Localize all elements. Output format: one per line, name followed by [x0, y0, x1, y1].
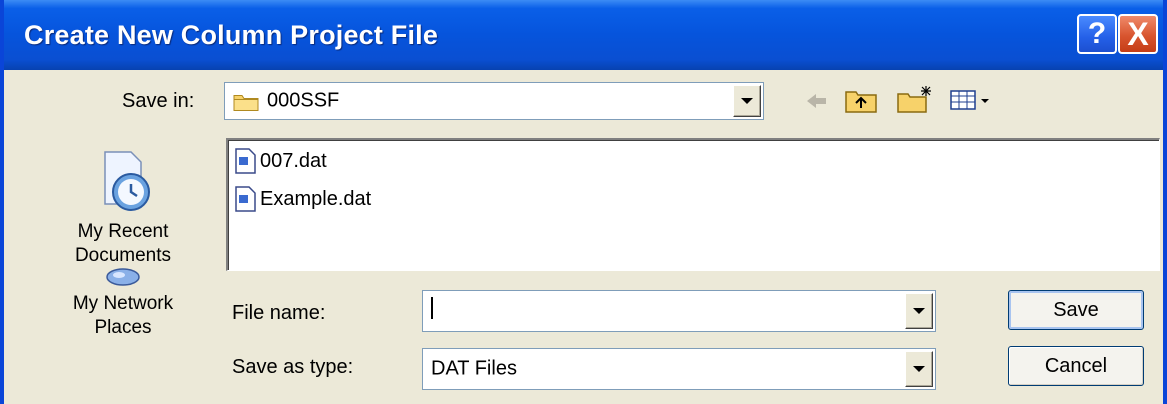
recent-documents-icon — [104, 151, 150, 211]
up-folder-icon[interactable] — [844, 86, 878, 114]
cancel-button[interactable]: Cancel — [1008, 346, 1144, 386]
file-name: 007.dat — [260, 149, 327, 172]
places-recent-label: My Recent Documents — [74, 221, 172, 266]
window-title: Create New Column Project File — [24, 20, 439, 50]
save-as-type-dropdown-button[interactable] — [905, 351, 933, 387]
view-menu-icon[interactable] — [949, 88, 993, 112]
chevron-down-icon — [741, 98, 753, 104]
network-places-icon — [106, 268, 140, 286]
new-folder-icon[interactable] — [896, 84, 934, 114]
save-in-dropdown-button[interactable] — [733, 85, 761, 117]
places-network[interactable]: My Network Places — [48, 268, 198, 340]
places-recent-documents[interactable]: My Recent Documents — [48, 148, 198, 268]
file-icon — [235, 186, 256, 212]
save-in-value: 000SSF — [267, 89, 340, 112]
save-as-type-value: DAT Files — [431, 357, 517, 380]
save-dialog: Create New Column Project File ? X Save … — [0, 0, 1167, 404]
save-as-type-label: Save as type: — [232, 356, 354, 378]
folder-icon — [233, 94, 259, 111]
list-item[interactable]: 007.dat — [234, 147, 327, 175]
file-name-label: File name: — [232, 302, 326, 324]
save-in-label: Save in: — [122, 90, 195, 112]
file-icon — [235, 148, 256, 174]
file-name-dropdown-button[interactable] — [905, 293, 933, 329]
help-icon: ? — [1087, 17, 1107, 50]
file-name: Example.dat — [260, 187, 372, 210]
title-bar[interactable]: Create New Column Project File ? X — [4, 0, 1163, 70]
save-in-dropdown[interactable]: 000SSF — [224, 82, 764, 120]
places-network-label: My Network Places — [72, 293, 174, 338]
close-icon: X — [1127, 15, 1149, 52]
chevron-down-icon — [913, 308, 925, 314]
list-item[interactable]: Example.dat — [234, 185, 371, 213]
save-button[interactable]: Save — [1008, 290, 1144, 330]
chevron-down-icon — [913, 366, 925, 372]
file-name-input[interactable] — [422, 290, 936, 332]
save-as-type-dropdown[interactable]: DAT Files — [422, 348, 936, 390]
file-list[interactable]: 007.dat Example.dat — [226, 138, 1160, 271]
close-button[interactable]: X — [1118, 14, 1158, 54]
help-button[interactable]: ? — [1077, 14, 1117, 54]
back-icon[interactable] — [804, 90, 830, 112]
text-caret — [431, 297, 433, 319]
